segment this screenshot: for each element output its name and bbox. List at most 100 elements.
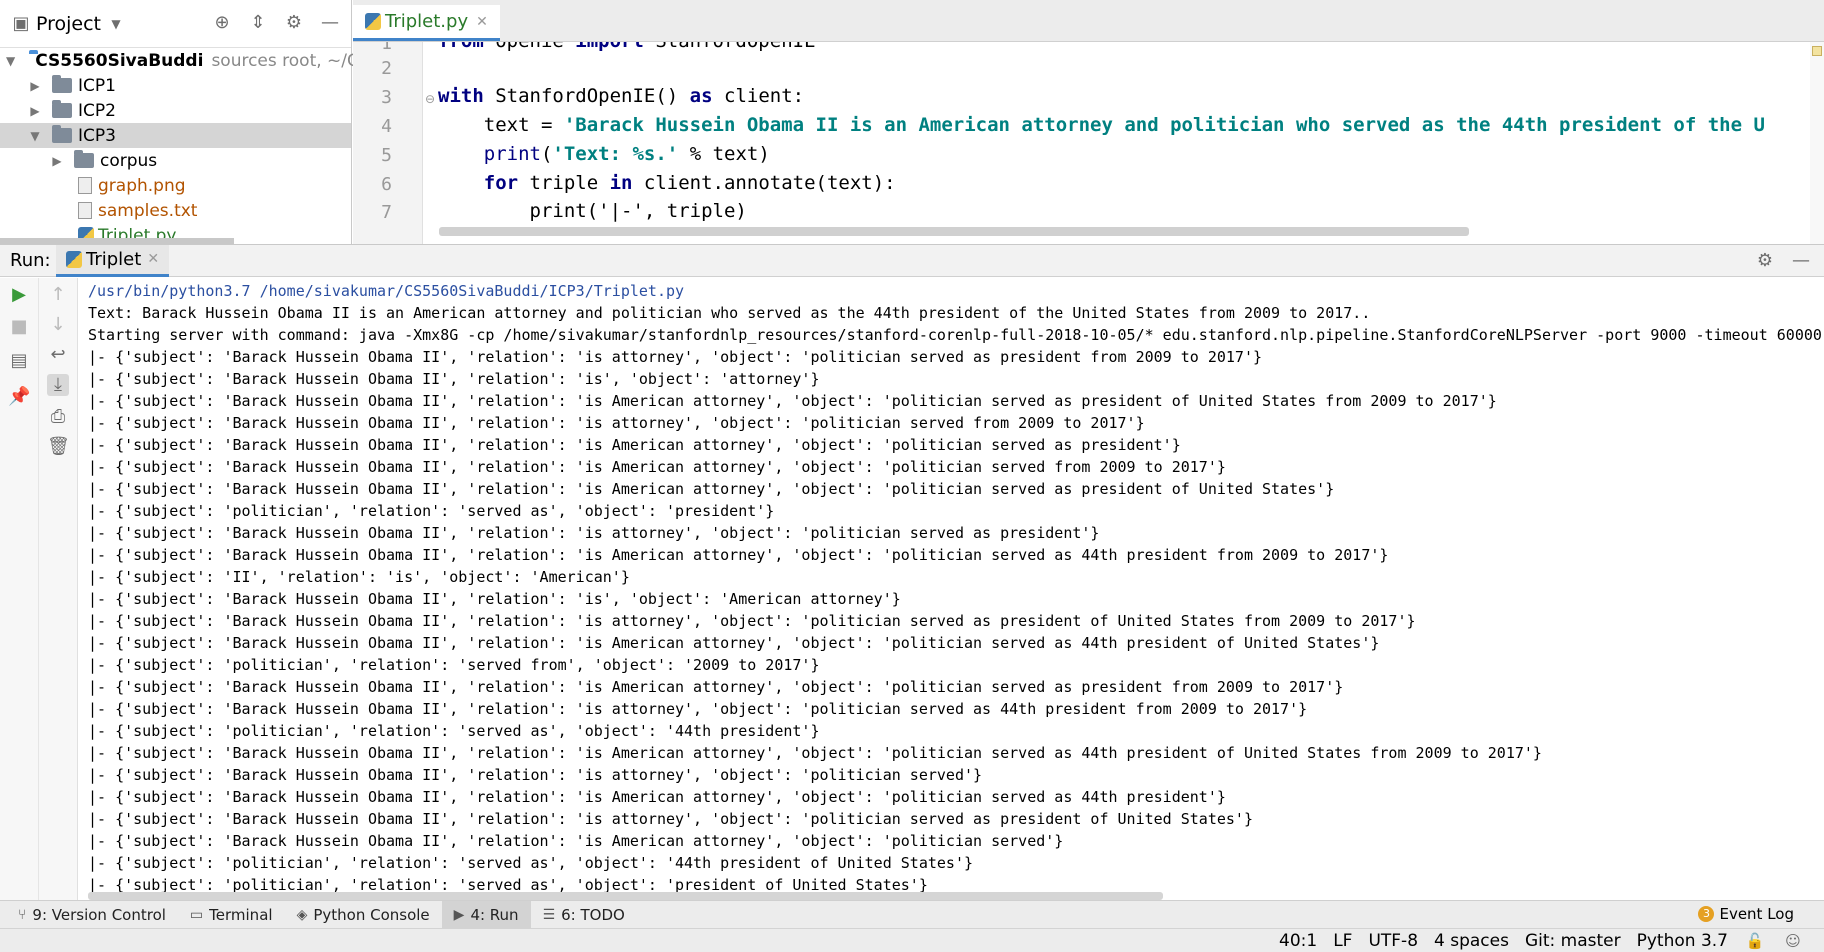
- console-line: |- {'subject': 'Barack Hussein Obama II'…: [88, 700, 1308, 718]
- project-tree: ▼ CS5560SivaBuddi sources root, ~/C ▶ IC…: [0, 48, 359, 248]
- chevron-right-icon[interactable]: ▶: [28, 79, 42, 93]
- warning-marker-icon[interactable]: [1812, 46, 1822, 56]
- tab-todo[interactable]: ☰ 6: TODO: [531, 901, 637, 929]
- tab-label: Triplet.py: [385, 11, 469, 32]
- chevron-right-icon[interactable]: ▶: [50, 154, 64, 168]
- console-output[interactable]: /usr/bin/python3.7 /home/sivakumar/CS556…: [78, 278, 1824, 900]
- arrow-up-icon[interactable]: ↑: [47, 284, 69, 306]
- folder-icon: [52, 100, 72, 118]
- console-line: |- {'subject': 'Barack Hussein Obama II'…: [88, 370, 820, 388]
- tree-item-icp1[interactable]: ▶ ICP1: [0, 73, 351, 98]
- code-editor[interactable]: 1 2 3 4 5 6 7 ⊖ from openie import Stanf…: [353, 42, 1824, 244]
- editor-pane: Triplet.py ✕ 1 2 3 4 5 6 7 ⊖ from openie…: [353, 0, 1824, 244]
- chevron-down-icon[interactable]: ▼: [6, 54, 15, 68]
- indent-setting[interactable]: 4 spaces: [1434, 931, 1509, 951]
- arrow-down-icon[interactable]: ↓: [47, 314, 69, 336]
- locate-icon[interactable]: ⊕: [211, 12, 233, 34]
- editor-error-stripe[interactable]: [1810, 42, 1824, 244]
- run-toolbar-col-1: ▶ ■ ▤ 📌: [0, 278, 38, 900]
- gear-icon[interactable]: ⚙: [1754, 250, 1776, 272]
- tab-label: 9: Version Control: [32, 905, 166, 924]
- code-line-6: for triple in client.annotate(text):: [438, 172, 896, 194]
- tree-item-label: ICP3: [78, 125, 116, 146]
- folder-icon: [52, 75, 72, 93]
- fold-icon[interactable]: ⊖: [425, 92, 435, 106]
- soft-wrap-icon[interactable]: ↩: [47, 344, 69, 366]
- tree-item-graph[interactable]: graph.png: [0, 173, 351, 198]
- editor-horizontal-scrollbar[interactable]: [439, 227, 1469, 236]
- lock-icon[interactable]: 🔓: [1744, 930, 1766, 952]
- tree-item-icp3[interactable]: ▼ ICP3: [0, 123, 351, 148]
- tab-triplet-py[interactable]: Triplet.py ✕: [353, 5, 500, 41]
- inspector-icon[interactable]: ☺: [1782, 930, 1804, 952]
- console-line: |- {'subject': 'Barack Hussein Obama II'…: [88, 590, 901, 608]
- console-line: |- {'subject': 'Barack Hussein Obama II'…: [88, 612, 1416, 630]
- tab-label: Python Console: [313, 905, 430, 924]
- file-encoding[interactable]: UTF-8: [1368, 931, 1418, 951]
- tab-label: 6: TODO: [561, 905, 625, 924]
- console-line: |- {'subject': 'Barack Hussein Obama II'…: [88, 832, 1064, 850]
- chevron-down-icon[interactable]: ▼: [105, 13, 127, 35]
- line-number: 5: [381, 145, 392, 166]
- tree-item-label: ICP1: [78, 75, 116, 96]
- console-line: |- {'subject': 'Barack Hussein Obama II'…: [88, 546, 1389, 564]
- console-line: |- {'subject': 'Barack Hussein Obama II'…: [88, 436, 1181, 454]
- code-line-4: text = 'Barack Hussein Obama II is an Am…: [438, 114, 1765, 136]
- status-bar: 40:1 LF UTF-8 4 spaces Git: master Pytho…: [0, 928, 1824, 952]
- minimize-icon[interactable]: —: [319, 12, 341, 34]
- git-branch[interactable]: Git: master: [1525, 931, 1621, 951]
- tree-item-label: graph.png: [98, 175, 186, 196]
- run-panel: Run: Triplet ✕ ⚙ — ▶ ■ ▤ 📌 ↑ ↓ ↩ ⤓ ⎙ 🗑 /…: [0, 244, 1824, 900]
- python-interpreter[interactable]: Python 3.7: [1637, 931, 1728, 951]
- project-view-icon: ▣: [12, 12, 30, 34]
- image-file-icon: [78, 177, 92, 194]
- stop-icon[interactable]: ■: [8, 316, 30, 338]
- print-icon[interactable]: ⎙: [47, 406, 69, 428]
- chevron-right-icon[interactable]: ▶: [28, 104, 42, 118]
- line-separator[interactable]: LF: [1333, 931, 1352, 951]
- close-icon[interactable]: ✕: [476, 14, 488, 30]
- tree-item-root[interactable]: ▼ CS5560SivaBuddi sources root, ~/C: [0, 48, 359, 73]
- event-log-button[interactable]: 3 Event Log: [1698, 905, 1794, 923]
- run-tab-label: Triplet: [86, 248, 142, 270]
- close-icon[interactable]: ✕: [147, 251, 159, 267]
- tree-item-label: CS5560SivaBuddi: [35, 50, 204, 71]
- event-log-label: Event Log: [1719, 905, 1794, 923]
- line-number: 2: [381, 58, 392, 79]
- project-title[interactable]: Project: [36, 13, 101, 35]
- pin-icon[interactable]: 📌: [8, 386, 30, 408]
- console-line: |- {'subject': 'II', 'relation': 'is', '…: [88, 568, 630, 586]
- rerun-icon[interactable]: ▶: [8, 284, 30, 306]
- line-number: 6: [381, 174, 392, 195]
- run-command-line: /usr/bin/python3.7 /home/sivakumar/CS556…: [88, 282, 685, 300]
- tree-item-icp2[interactable]: ▶ ICP2: [0, 98, 351, 123]
- tab-run-triplet[interactable]: Triplet ✕: [56, 244, 170, 277]
- run-header: Run: Triplet ✕ ⚙ —: [0, 244, 1824, 277]
- project-header[interactable]: ▣ Project ▼ ⊕ ⇕ ⚙ —: [0, 0, 351, 48]
- run-toolbar-col-2: ↑ ↓ ↩ ⤓ ⎙ 🗑: [38, 278, 76, 900]
- chevron-down-icon[interactable]: ▼: [28, 129, 42, 143]
- tab-python-console[interactable]: ◈ Python Console: [285, 901, 442, 929]
- tab-run[interactable]: ▶ 4: Run: [441, 900, 531, 929]
- console-line: |- {'subject': 'Barack Hussein Obama II'…: [88, 678, 1344, 696]
- top-area: ▣ Project ▼ ⊕ ⇕ ⚙ — ▼ CS5560SivaBuddi so…: [0, 0, 1824, 246]
- tree-item-corpus[interactable]: ▶ corpus: [0, 148, 351, 173]
- layout-icon[interactable]: ▤: [8, 350, 30, 372]
- minimize-icon[interactable]: —: [1790, 250, 1812, 272]
- gear-icon[interactable]: ⚙: [283, 12, 305, 34]
- scroll-to-end-icon[interactable]: ⤓: [47, 374, 69, 396]
- tree-item-label: ICP2: [78, 100, 116, 121]
- console-line: |- {'subject': 'Barack Hussein Obama II'…: [88, 788, 1226, 806]
- tree-item-samples[interactable]: samples.txt: [0, 198, 351, 223]
- console-line: |- {'subject': 'politician', 'relation':…: [88, 722, 820, 740]
- trash-icon[interactable]: 🗑: [47, 436, 70, 458]
- collapse-all-icon[interactable]: ⇕: [247, 12, 269, 34]
- console-horizontal-scrollbar[interactable]: [88, 892, 1163, 900]
- tree-item-hint: sources root, ~/C: [211, 50, 359, 71]
- tool-window-bar: ⑂ 9: Version Control ▭ Terminal ◈ Python…: [0, 900, 1824, 929]
- text-file-icon: [78, 202, 92, 219]
- caret-position[interactable]: 40:1: [1279, 931, 1317, 951]
- tab-version-control[interactable]: ⑂ 9: Version Control: [0, 901, 178, 929]
- tab-terminal[interactable]: ▭ Terminal: [178, 901, 285, 929]
- console-line: |- {'subject': 'Barack Hussein Obama II'…: [88, 810, 1253, 828]
